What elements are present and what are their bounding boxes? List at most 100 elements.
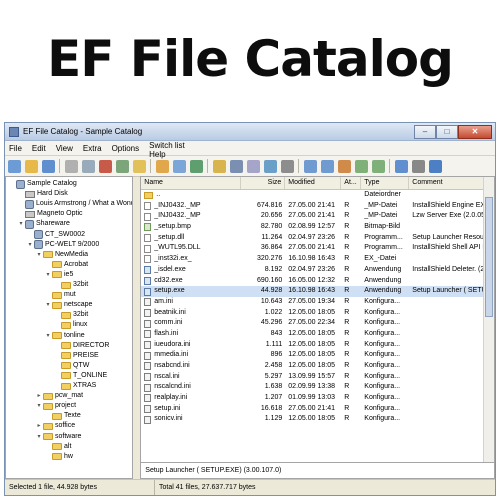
- report-icon[interactable]: [395, 159, 408, 173]
- expand-toggle-icon[interactable]: ▾: [36, 250, 42, 260]
- splitter[interactable]: [133, 176, 140, 479]
- table-row[interactable]: sonicv.ini 1.129 12.05.00 18:05 R Konfigura.…: [141, 414, 494, 425]
- tree-node[interactable]: PREISE: [54, 351, 99, 361]
- delete-icon[interactable]: [99, 159, 112, 173]
- table-row[interactable]: _inst32i.ex_ 320.276 16.10.98 16:43 R EX_-Da…: [141, 254, 494, 265]
- catalog-tree[interactable]: Sample Catalog Hard Disk Louis Armstrong /…: [5, 176, 134, 479]
- tree-node[interactable]: alt: [45, 442, 71, 452]
- menu-view[interactable]: View: [56, 144, 73, 153]
- table-row[interactable]: iueudora.ini 1.111 12.05.00 18:05 R Konfigur…: [141, 340, 494, 351]
- save-icon[interactable]: [42, 159, 55, 173]
- tree-node[interactable]: ▾ project: [36, 401, 76, 411]
- tree-node[interactable]: ▾ netscape: [45, 300, 92, 310]
- scroll-thumb[interactable]: [485, 197, 493, 317]
- print-icon[interactable]: [281, 159, 294, 173]
- tree-node[interactable]: ▾ tonline: [45, 331, 85, 341]
- close-button[interactable]: ✕: [458, 124, 492, 139]
- tree-node[interactable]: Louis Armstrong / What a Wonde: [18, 199, 132, 209]
- file-list[interactable]: Name Size Modified At... Type Comment ..…: [140, 176, 495, 463]
- table-row[interactable]: realplay.ini 1.207 01.09.99 13:03 R Konfigur…: [141, 393, 494, 404]
- expand-toggle-icon[interactable]: ▸: [36, 391, 42, 401]
- menu-edit[interactable]: Edit: [32, 144, 46, 153]
- tree-node[interactable]: ▾ software: [36, 432, 81, 442]
- tree-node[interactable]: ▾ ie5: [45, 270, 73, 280]
- menu-switch-list[interactable]: Switch list: [149, 141, 485, 150]
- table-row[interactable]: _INJ0432._MP 20.656 27.05.00 21:41 R _MP-Dat…: [141, 211, 494, 222]
- properties-icon[interactable]: [116, 159, 129, 173]
- expand-toggle-icon[interactable]: ▾: [45, 270, 51, 280]
- expand-toggle-icon[interactable]: ▸: [36, 421, 42, 431]
- tree-node[interactable]: ▸ pcw_mat: [36, 391, 83, 401]
- import-icon[interactable]: [372, 159, 385, 173]
- tree-node[interactable]: Sample Catalog: [9, 179, 77, 189]
- tree-node[interactable]: T_ONLINE: [54, 371, 107, 381]
- new-catalog-icon[interactable]: [8, 159, 21, 173]
- tree-node[interactable]: Hard Disk: [18, 189, 68, 199]
- help-icon[interactable]: [429, 159, 442, 173]
- menu-extra[interactable]: Extra: [83, 144, 102, 153]
- table-row[interactable]: .. Dateiordner: [141, 190, 494, 201]
- copy-icon[interactable]: [82, 159, 95, 173]
- table-row[interactable]: nscal.ini 5.297 13.09.99 15:57 R Konfigura..…: [141, 372, 494, 383]
- tree-node[interactable]: ▾ Shareware: [18, 219, 70, 229]
- view-icon[interactable]: [264, 159, 277, 173]
- rename-icon[interactable]: [173, 159, 186, 173]
- minimize-button[interactable]: –: [414, 124, 436, 139]
- table-row[interactable]: _setup.bmp 82.780 02.08.99 12:57 R Bitmap-Bi…: [141, 222, 494, 233]
- table-row[interactable]: setup.exe 44.928 16.10.98 16:43 R Anwendung S…: [141, 286, 494, 297]
- column-type[interactable]: Type: [361, 177, 410, 189]
- table-row[interactable]: _isdel.exe 8.192 02.04.97 23:26 R Anwendung I…: [141, 265, 494, 276]
- column-size[interactable]: Size: [241, 177, 286, 189]
- export-icon[interactable]: [355, 159, 368, 173]
- table-row[interactable]: setup.ini 16.618 27.05.00 21:41 R Konfigura.…: [141, 404, 494, 415]
- tree-node[interactable]: ▾ NewMedia: [36, 250, 88, 260]
- table-row[interactable]: nscalcnd.ini 1.638 02.09.99 13:38 R Konfigur…: [141, 382, 494, 393]
- tree-node[interactable]: QTW: [54, 361, 89, 371]
- vertical-scrollbar[interactable]: [483, 177, 494, 462]
- expand-toggle-icon[interactable]: ▾: [27, 240, 33, 250]
- table-row[interactable]: comm.ini 45.296 27.05.00 22:34 R Konfigura..…: [141, 318, 494, 329]
- undo-icon[interactable]: [304, 159, 317, 173]
- table-row[interactable]: mmedia.ini 896 12.05.00 18:05 R Konfigura...: [141, 350, 494, 361]
- maximize-button[interactable]: □: [436, 124, 458, 139]
- table-row[interactable]: _WUTL95.DLL 36.864 27.05.00 21:41 R Programm…: [141, 243, 494, 254]
- table-row[interactable]: _setup.dll 11.264 02.04.97 23:26 R Programm.…: [141, 233, 494, 244]
- tree-node[interactable]: ▸ soffice: [36, 421, 75, 431]
- refresh-icon[interactable]: [190, 159, 203, 173]
- expand-toggle-icon[interactable]: ▾: [45, 331, 51, 341]
- add-folder-icon[interactable]: [133, 159, 146, 173]
- tree-node[interactable]: Magneto Optic: [18, 209, 83, 219]
- search-icon[interactable]: [213, 159, 226, 173]
- table-row[interactable]: _INJ0432._MP 674.816 27.05.00 21:41 R _MP-Da…: [141, 201, 494, 212]
- sort-icon[interactable]: [247, 159, 260, 173]
- column-comment[interactable]: Comment: [409, 177, 494, 189]
- tree-node[interactable]: CT_SW0002: [27, 230, 85, 240]
- expand-toggle-icon[interactable]: ▾: [36, 432, 42, 442]
- options-icon[interactable]: [412, 159, 425, 173]
- table-row[interactable]: am.ini 10.643 27.05.00 19:34 R Konfigura...: [141, 297, 494, 308]
- tree-node[interactable]: linux: [54, 320, 87, 330]
- table-row[interactable]: nsabcnd.ini 2.458 12.05.00 18:05 R Konfigura…: [141, 361, 494, 372]
- tree-node[interactable]: 32bit: [54, 280, 88, 290]
- menu-options[interactable]: Options: [112, 144, 140, 153]
- menu-file[interactable]: File: [9, 144, 22, 153]
- expand-toggle-icon[interactable]: ▾: [18, 219, 24, 229]
- table-row[interactable]: beatnik.ini 1.022 12.05.00 18:05 R Konfigura…: [141, 308, 494, 319]
- tree-node[interactable]: XTRAS: [54, 381, 96, 391]
- expand-toggle-icon[interactable]: ▾: [36, 401, 42, 411]
- column-attr[interactable]: At...: [341, 177, 362, 189]
- table-row[interactable]: flash.ini 843 12.05.00 18:05 R Konfigura...: [141, 329, 494, 340]
- expand-toggle-icon[interactable]: ▾: [45, 300, 51, 310]
- compare-icon[interactable]: [338, 159, 351, 173]
- title-bar[interactable]: EF File Catalog - Sample Catalog – □ ✕: [5, 123, 495, 141]
- column-modified[interactable]: Modified: [285, 177, 342, 189]
- open-icon[interactable]: [25, 159, 38, 173]
- edit-icon[interactable]: [156, 159, 169, 173]
- cut-icon[interactable]: [65, 159, 78, 173]
- table-row[interactable]: cd32.exe 690.160 16.05.00 12:32 R Anwendung: [141, 276, 494, 287]
- tree-node[interactable]: Texte: [45, 411, 81, 421]
- tree-node[interactable]: Acrobat: [45, 260, 88, 270]
- tree-node[interactable]: 32bit: [54, 310, 88, 320]
- column-name[interactable]: Name: [141, 177, 242, 189]
- tree-node[interactable]: DIRECTOR: [54, 341, 109, 351]
